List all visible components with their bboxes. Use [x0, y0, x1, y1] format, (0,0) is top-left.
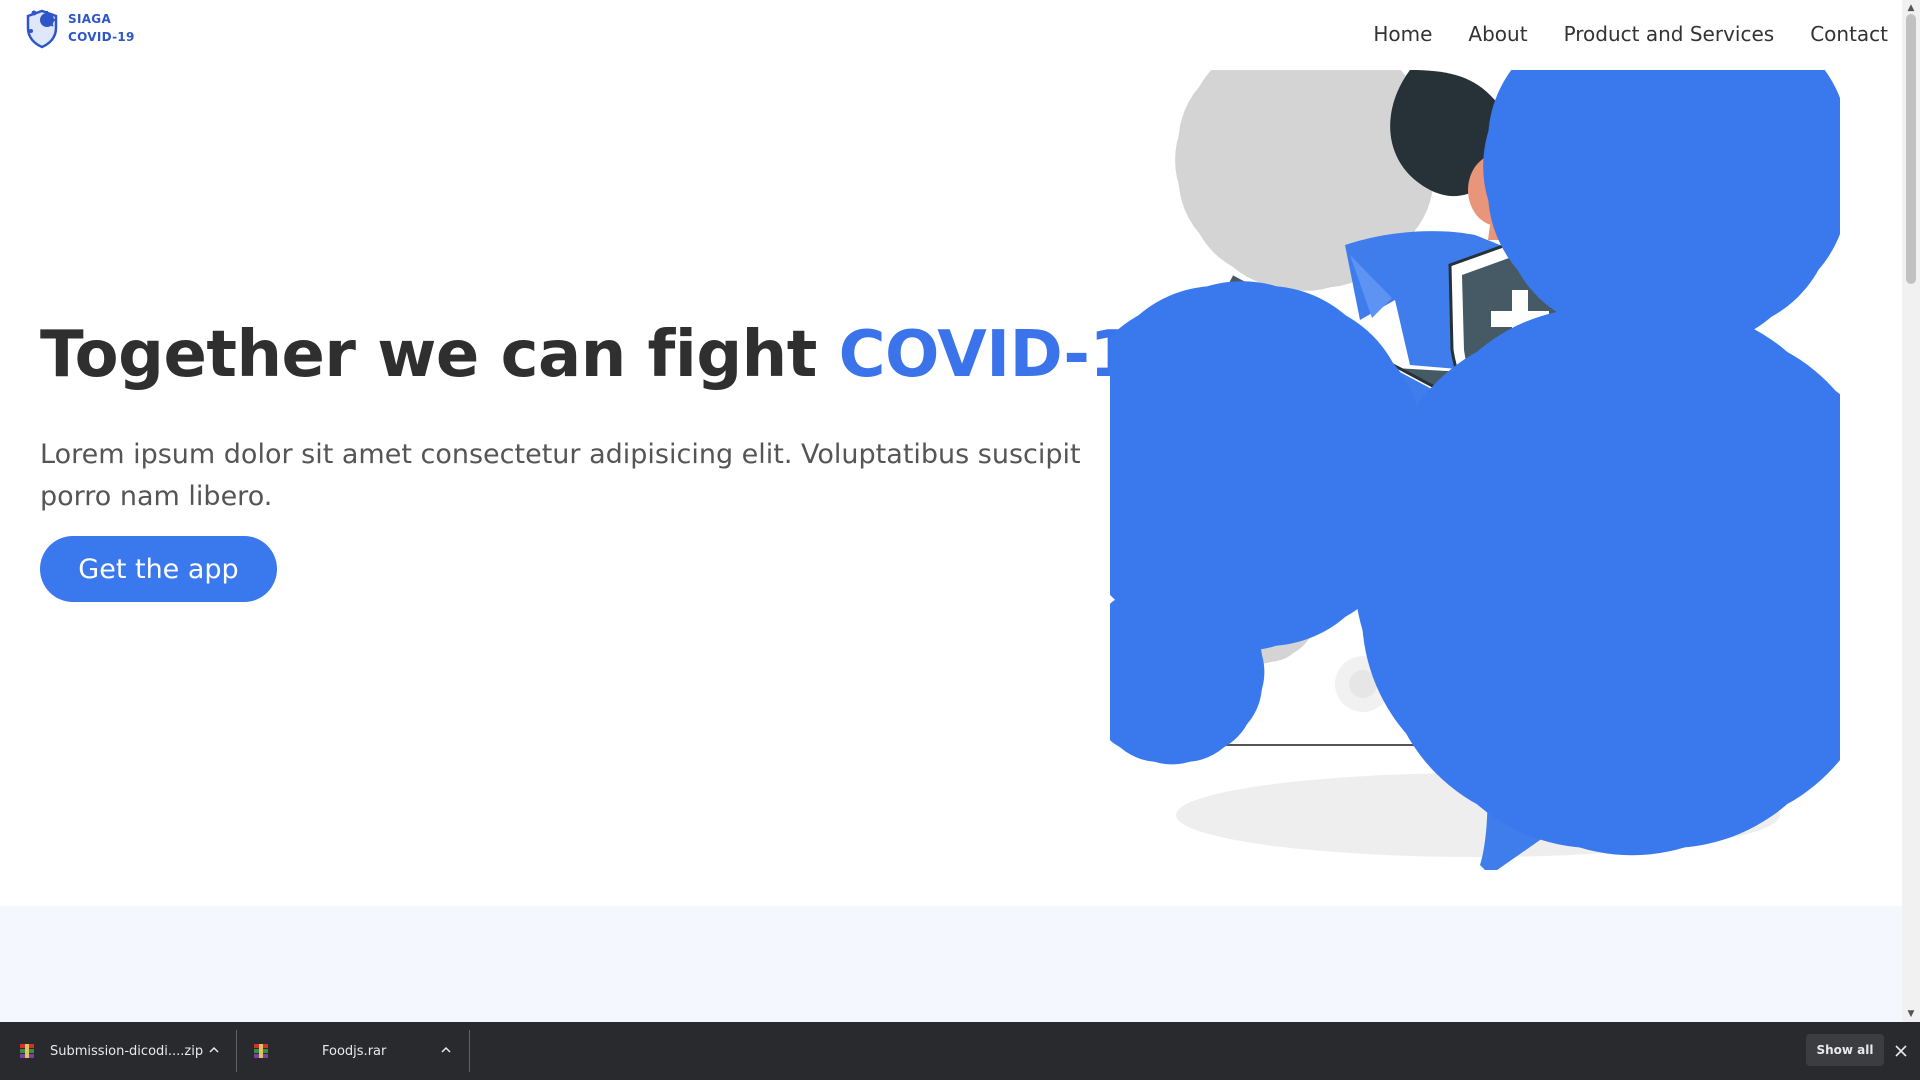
- nav-contact[interactable]: Contact: [1810, 22, 1888, 46]
- next-section: [0, 906, 1902, 1022]
- scrollbar-thumb[interactable]: [1906, 14, 1916, 284]
- chevron-up-icon[interactable]: [438, 1042, 454, 1058]
- download-item[interactable]: Submission-dicodi....zip: [20, 1022, 222, 1080]
- scroll-up-arrow-icon[interactable]: ▲: [1905, 2, 1917, 14]
- close-icon[interactable]: [1893, 1043, 1909, 1059]
- hero-title: Together we can fight COVID-19: [40, 318, 1178, 392]
- brand-line-1: SIAGA: [68, 12, 112, 26]
- download-filename: Foodjs.rar: [322, 1043, 387, 1059]
- brand-line-2: COVID-19: [68, 30, 135, 44]
- main-nav: Home About Product and Services Contact: [1337, 22, 1888, 46]
- download-item[interactable]: Foodjs.rar: [254, 1022, 454, 1080]
- hero-illustration: [1110, 70, 1840, 870]
- winrar-archive-icon: [20, 1044, 34, 1058]
- get-app-button[interactable]: Get the app: [40, 536, 277, 602]
- download-separator: [236, 1030, 237, 1072]
- hero-title-prefix: Together we can fight: [40, 318, 839, 392]
- download-bar: Submission-dicodi....zip Foodjs.rar Show…: [0, 1022, 1920, 1080]
- winrar-archive-icon: [254, 1044, 268, 1058]
- hero-subtitle: Lorem ipsum dolor sit amet consectetur a…: [40, 439, 1081, 512]
- site-header: SIAGA COVID-19 Home About Product and Se…: [0, 0, 1902, 70]
- download-separator: [469, 1030, 470, 1072]
- nav-products[interactable]: Product and Services: [1564, 22, 1775, 46]
- download-filename: Submission-dicodi....zip: [50, 1043, 204, 1059]
- page-scrollbar[interactable]: ▲ ▼: [1902, 0, 1920, 1022]
- nav-home[interactable]: Home: [1373, 22, 1432, 46]
- brand-name: SIAGA COVID-19: [68, 10, 135, 46]
- chevron-up-icon[interactable]: [206, 1042, 222, 1058]
- brand-logo-link[interactable]: SIAGA COVID-19: [20, 6, 135, 50]
- nav-about[interactable]: About: [1468, 22, 1527, 46]
- show-all-downloads-button[interactable]: Show all: [1806, 1034, 1884, 1066]
- scroll-down-arrow-icon[interactable]: ▼: [1905, 1008, 1917, 1020]
- virus-shield-icon: [26, 9, 58, 49]
